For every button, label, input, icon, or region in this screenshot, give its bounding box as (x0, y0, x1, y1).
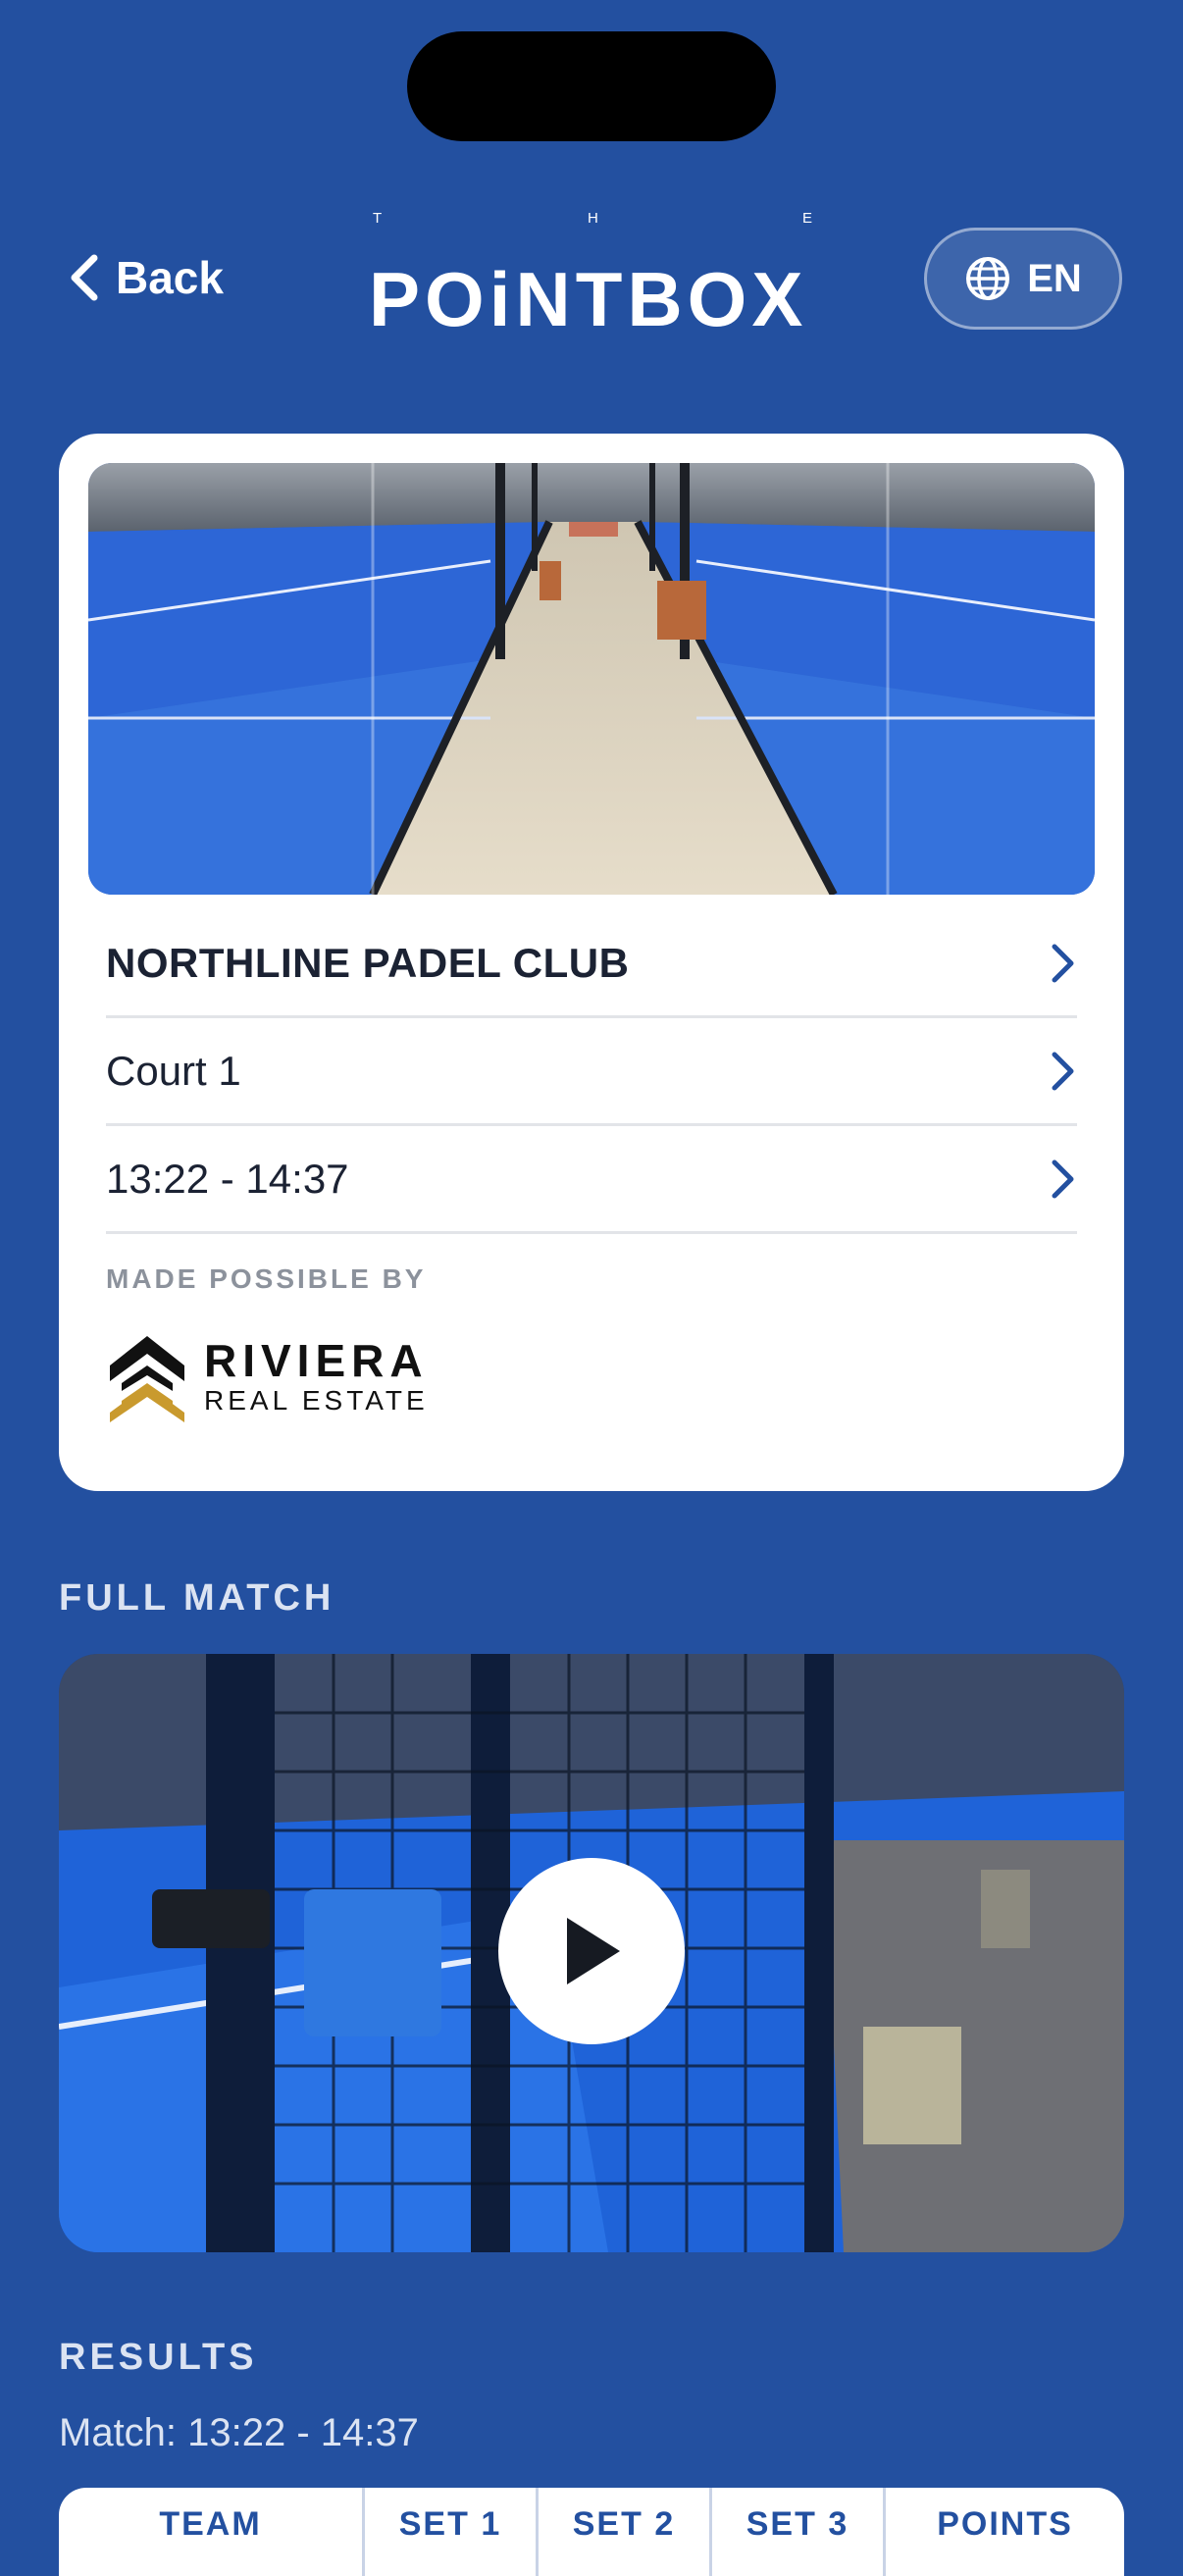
column-header-set2: SET 2 (539, 2488, 712, 2576)
sponsor-subtitle: REAL ESTATE (204, 1385, 429, 1416)
chevron-left-icon (71, 254, 98, 301)
chevron-right-icon (1052, 1052, 1074, 1090)
logo-top-letters: T H E (373, 210, 813, 227)
chevron-right-icon (1052, 1159, 1074, 1198)
column-header-team: TEAM (59, 2488, 365, 2576)
match-video[interactable] (59, 1654, 1124, 2252)
club-card: NORTHLINE PADEL CLUB Court 1 13:22 - 14:… (59, 434, 1124, 1491)
court-name: Court 1 (106, 1047, 241, 1094)
app-logo: POiNTBOX (369, 256, 808, 342)
full-match-title: FULL MATCH (59, 1577, 335, 1619)
chevron-right-icon (1052, 944, 1074, 982)
logo-letter: H (588, 210, 598, 227)
made-possible-by-label: MADE POSSIBLE BY (106, 1263, 427, 1294)
time-row[interactable]: 13:22 - 14:37 (106, 1126, 1077, 1234)
column-header-set3: SET 3 (712, 2488, 886, 2576)
club-name-row[interactable]: NORTHLINE PADEL CLUB (106, 910, 1077, 1018)
sponsor-logo[interactable]: RIVIERA REAL ESTATE (106, 1332, 429, 1422)
court-row[interactable]: Court 1 (106, 1018, 1077, 1126)
globe-icon (966, 257, 1010, 300)
club-name: NORTHLINE PADEL CLUB (106, 939, 630, 986)
column-header-set1: SET 1 (365, 2488, 539, 2576)
sponsor-name: RIVIERA (204, 1335, 429, 1386)
logo-letter: E (802, 210, 813, 227)
back-label: Back (116, 252, 224, 303)
language-switcher[interactable]: EN (924, 228, 1122, 330)
language-label: EN (1027, 256, 1082, 300)
column-header-points: POINTS (937, 2505, 1073, 2543)
logo-letter: T (373, 210, 383, 227)
dynamic-island (407, 31, 776, 141)
back-button[interactable]: Back (67, 251, 224, 304)
play-button[interactable] (498, 1858, 685, 2044)
play-icon (567, 1918, 620, 1984)
results-table-header: TEAM SET 1 SET 2 SET 3 POINTS (59, 2488, 1124, 2576)
header: Back T H E POiNTBOX EN (0, 196, 1183, 373)
house-chevron-icon (110, 1336, 184, 1422)
match-time-label: Match: 13:22 - 14:37 (59, 2411, 419, 2454)
time-range: 13:22 - 14:37 (106, 1155, 349, 1202)
results-title: RESULTS (59, 2337, 258, 2378)
court-photo (88, 463, 1095, 895)
